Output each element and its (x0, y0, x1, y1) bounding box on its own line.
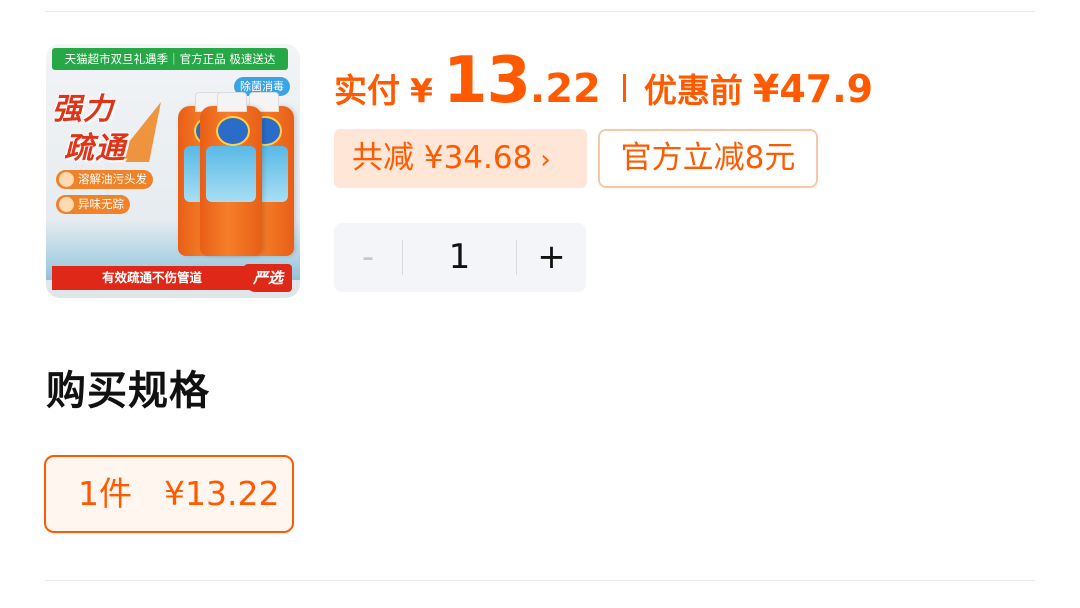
increase-quantity-button[interactable]: + (517, 223, 586, 292)
price-row: 实付 ¥ 13 .22 优惠前 ¥47.9 (334, 44, 874, 118)
spec-option-quantity: 1件 (78, 474, 132, 513)
currency-symbol: ¥ (410, 71, 433, 110)
quantity-input[interactable]: 1 (403, 223, 516, 292)
spec-option-price: ¥13.22 (164, 474, 280, 513)
coupon-tag: 官方立减8元 (598, 129, 818, 188)
image-bottom-bar: 有效疏通不伤管道 (52, 266, 252, 290)
image-feature-2: 异味无踪 (56, 195, 130, 214)
pay-label: 实付 (334, 71, 400, 110)
price-integer: 13 (442, 44, 531, 118)
original-price-label: 优惠前 (643, 71, 743, 110)
bottom-divider (45, 580, 1035, 581)
image-headline-line1: 强力 (52, 92, 114, 127)
image-select-badge: 严选 (244, 264, 292, 292)
chevron-right-icon: › (540, 145, 551, 175)
top-divider (45, 11, 1035, 12)
image-feature-1: 溶解油污头发 (56, 170, 153, 189)
image-top-banner: 天猫超市双旦礼遇季｜官方正品 极速送达 (52, 48, 288, 70)
spec-option-selected[interactable]: 1件 ¥13.22 (44, 455, 294, 533)
total-discount-label: 共减 ¥34.68 (352, 140, 533, 176)
spec-section-title: 购买规格 (46, 368, 210, 414)
original-price: ¥47.9 (752, 67, 874, 111)
price-decimal: .22 (530, 66, 601, 112)
quantity-stepper: - 1 + (334, 223, 586, 292)
image-headline-line2: 疏通 (64, 131, 126, 166)
price-separator (622, 74, 626, 102)
purchase-panel: 天猫超市双旦礼遇季｜官方正品 极速送达 除菌消毒 强力 疏通 溶解油污头发 异味… (0, 0, 1080, 608)
product-image[interactable]: 天猫超市双旦礼遇季｜官方正品 极速送达 除菌消毒 强力 疏通 溶解油污头发 异味… (46, 44, 300, 298)
total-discount-button[interactable]: 共减 ¥34.68 › (334, 129, 587, 188)
bottle-graphic (200, 92, 262, 256)
decrease-quantity-button[interactable]: - (334, 223, 402, 292)
